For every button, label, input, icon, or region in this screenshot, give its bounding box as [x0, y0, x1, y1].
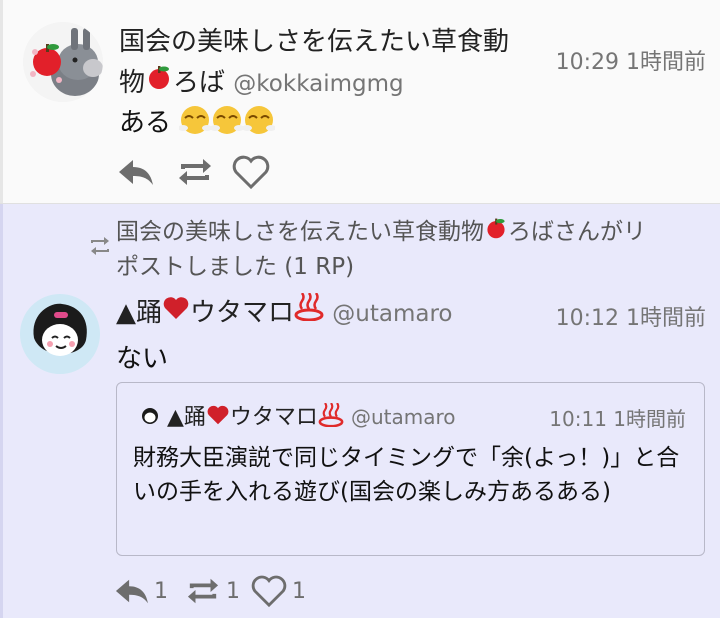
avatar[interactable] [141, 407, 159, 429]
renote-notice-line1b: ろばさんがリ [508, 219, 646, 245]
reply-icon [119, 160, 153, 185]
display-name[interactable]: 国会の美味しさを伝えたい草食動 物 ろば @kokkaimgmg [119, 22, 544, 105]
action-bar: 1 1 1 [112, 574, 306, 608]
display-name-line1: 国会の美味しさを伝えたい草食動 [119, 27, 510, 57]
renote-icon [179, 159, 211, 185]
quoted-post[interactable]: ▲踊 ウタマロ @utamaro 10:11 1時間前 財務大臣演説で同じタイミン… [116, 382, 705, 556]
renote-count: 1 [226, 578, 240, 604]
display-name-prefix: ▲踊 [116, 298, 162, 328]
heart-icon [232, 155, 270, 190]
renote-notice-line2: ポストしました (1 RP) [116, 253, 355, 280]
heart-red-icon [162, 293, 190, 334]
hot-springs-icon [294, 292, 324, 334]
like-button[interactable]: 1 [250, 574, 306, 608]
handle[interactable]: @utamaro [332, 301, 452, 327]
renote-button[interactable]: 1 [184, 575, 240, 607]
heart-icon [251, 575, 287, 608]
quoted-handle[interactable]: @utamaro [351, 405, 456, 429]
display-name-suffix: ウタマロ [190, 298, 295, 328]
steam-face-icon [178, 104, 277, 143]
display-name[interactable]: ▲踊 ウタマロ @utamaro [116, 292, 453, 335]
action-bar [115, 154, 271, 190]
hot-springs-icon [318, 402, 344, 433]
like-count: 1 [292, 578, 306, 604]
reply-icon [115, 579, 148, 604]
quoted-name-prefix: ▲踊 [167, 405, 206, 430]
handle[interactable]: @kokkaimgmg [233, 71, 403, 97]
reply-button[interactable]: 1 [112, 575, 168, 607]
quoted-text: 財務大臣演説で同じタイミングで「余(よっ！)」と合いの手を入れる遊び(国会の楽し… [133, 445, 680, 505]
post-card[interactable]: 国会の美味しさを伝えたい草食動 物 ろば @kokkaimgmg 10:29 1… [0, 0, 720, 203]
renote-indicator-icon [88, 234, 112, 262]
renote-button[interactable] [175, 155, 215, 189]
reply-button[interactable] [115, 155, 155, 189]
heart-red-icon [206, 404, 230, 432]
display-name-line2: 物 [119, 68, 146, 98]
renote-notice[interactable]: 国会の美味しさを伝えたい草食動物 ろばさんがリ ポストしました (1 RP) [116, 215, 706, 284]
post-text: ある [119, 102, 277, 143]
renote-notice-line1: 国会の美味しさを伝えたい草食動物 [116, 219, 484, 245]
reply-count: 1 [154, 578, 168, 604]
quoted-timestamp[interactable]: 10:11 1時間前 [549, 403, 686, 432]
apple-icon [145, 63, 173, 104]
timestamp[interactable]: 10:29 1時間前 [556, 44, 706, 76]
apple-icon [484, 216, 508, 250]
quoted-name-suffix: ウタマロ [229, 405, 318, 430]
display-name-line2b: ろば [173, 68, 226, 98]
timestamp[interactable]: 10:12 1時間前 [556, 300, 706, 332]
quoted-display-name[interactable]: ▲踊 ウタマロ @utamaro [167, 399, 455, 433]
like-button[interactable] [231, 154, 271, 190]
renote-icon [187, 578, 219, 604]
avatar[interactable] [20, 294, 100, 374]
post-text: ない [116, 344, 169, 374]
post-text-value: ある [119, 108, 172, 138]
avatar[interactable] [23, 22, 103, 102]
